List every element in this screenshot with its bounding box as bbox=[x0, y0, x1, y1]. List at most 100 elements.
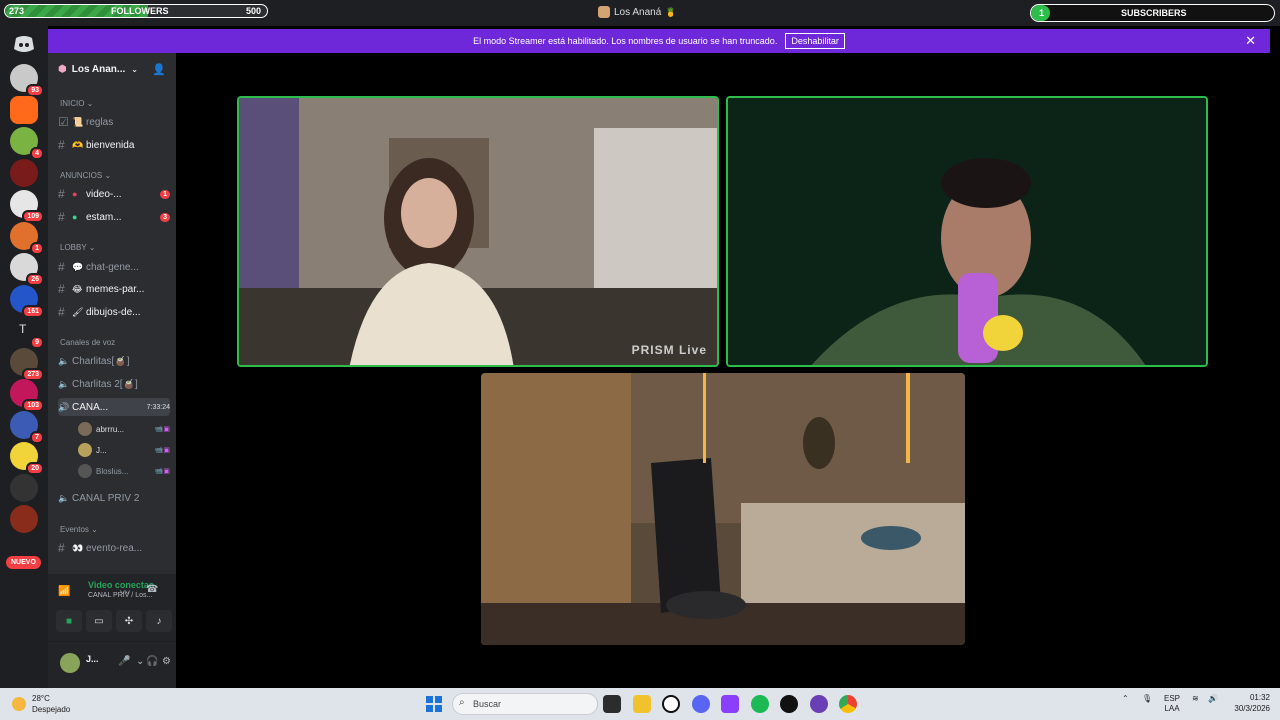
windows-start-icon[interactable] bbox=[425, 695, 443, 713]
channel-estam[interactable]: # ● estam... 3 bbox=[58, 208, 170, 226]
chevron-down-icon[interactable]: ⌄ bbox=[136, 656, 144, 667]
channel-evento[interactable]: # 👀 evento-rea... bbox=[58, 539, 170, 557]
volume-icon[interactable]: 🔊 bbox=[1208, 694, 1218, 703]
video-tile-1[interactable]: PRISM Live bbox=[237, 96, 719, 367]
channel-video[interactable]: # ● video-... 1 bbox=[58, 185, 170, 203]
server-icon[interactable]: 273 bbox=[10, 347, 44, 381]
discord-icon[interactable] bbox=[692, 695, 710, 713]
language-indicator[interactable]: ESP LAA bbox=[1164, 694, 1180, 714]
voice-charlitas[interactable]: 🔈 Charlitas[🧉] bbox=[58, 352, 170, 370]
weather-temp: 28°C bbox=[32, 694, 50, 703]
voice-member[interactable]: abrrru... 📹▣ bbox=[78, 421, 170, 437]
voice-member[interactable]: Bloslus... 📹▣ bbox=[78, 463, 170, 479]
server-icon[interactable]: 103 bbox=[10, 379, 44, 412]
server-icon bbox=[598, 6, 610, 18]
category-label: INICIO bbox=[60, 99, 85, 108]
channel-memes[interactable]: # 😂 memes-par... bbox=[58, 280, 170, 298]
server-icon[interactable] bbox=[10, 158, 38, 187]
windows-taskbar: 28°C Despejado ⌕ Buscar ⌃ 🎙 ESP LAA ≋ 🔊 01… bbox=[0, 688, 1280, 720]
disconnect-icon[interactable]: ☎ bbox=[146, 584, 158, 595]
gear-icon[interactable]: ⚙ bbox=[162, 656, 171, 667]
microphone-icon[interactable]: 🎤 bbox=[118, 656, 130, 667]
channel-name: Charlitas 2[🧉] bbox=[72, 378, 138, 390]
checkbox-icon: ☑ bbox=[58, 115, 69, 129]
chrome-icon[interactable] bbox=[839, 695, 857, 713]
file-explorer-icon[interactable] bbox=[633, 695, 651, 713]
chevron-up-icon[interactable]: ⌃ bbox=[1122, 694, 1129, 703]
taskbar-clock[interactable]: 01:32 30/3/2026 bbox=[1234, 692, 1270, 714]
search-placeholder: Buscar bbox=[473, 699, 502, 709]
server-icon[interactable]: T9 bbox=[10, 316, 44, 349]
server-icon[interactable]: 26 bbox=[10, 253, 44, 286]
chatgpt-icon[interactable] bbox=[662, 695, 680, 713]
microphone-icon[interactable]: 🎙 bbox=[1142, 694, 1152, 703]
voice-canal-priv[interactable]: 🔊 CANA... 7:33:24 bbox=[58, 398, 170, 416]
server-letter: T bbox=[19, 322, 27, 336]
mention-badge: 7 bbox=[30, 430, 44, 444]
disable-streamer-button[interactable]: Deshabilitar bbox=[785, 33, 845, 49]
mention-badge: 1 bbox=[30, 241, 44, 255]
channel-reglas[interactable]: ☑ 📜 reglas bbox=[58, 113, 170, 131]
server-header[interactable]: ⬢ Los Anan... ⌄ 👤 bbox=[48, 53, 176, 85]
category-label: LOBBY bbox=[60, 243, 87, 252]
weather-condition: Despejado bbox=[32, 705, 71, 714]
channel-dibujos[interactable]: # 🖌 dibujos-de... bbox=[58, 303, 170, 321]
server-icon[interactable]: 93 bbox=[10, 64, 44, 97]
hash-icon: # bbox=[58, 305, 65, 319]
noise-suppression-icon[interactable]: 〰 bbox=[120, 584, 130, 599]
category-anuncios[interactable]: ANUNCIOS ⌄ bbox=[60, 171, 111, 180]
avatar[interactable] bbox=[60, 653, 80, 673]
server-icon[interactable]: 20 bbox=[10, 442, 44, 475]
eyes-icon: 👀 bbox=[72, 542, 84, 553]
headphones-icon[interactable]: 🎧 bbox=[146, 656, 158, 667]
app-icon[interactable] bbox=[721, 695, 739, 713]
member-name: J... bbox=[96, 445, 107, 455]
video-stage: PRISM Live bbox=[176, 53, 1270, 688]
category-lobby[interactable]: LOBBY ⌄ bbox=[60, 243, 95, 252]
server-icon[interactable] bbox=[10, 95, 38, 124]
category-voice[interactable]: Canales de voz bbox=[60, 338, 115, 347]
app-icon-2[interactable] bbox=[780, 695, 798, 713]
camera-button[interactable]: ■ bbox=[56, 610, 82, 632]
category-eventos[interactable]: Eventos ⌄ bbox=[60, 525, 98, 534]
window-title: Los Ananá 🍍 bbox=[598, 6, 676, 18]
channel-bienvenida[interactable]: # 🫶 bienvenida bbox=[58, 136, 170, 154]
close-icon[interactable]: ✕ bbox=[1245, 33, 1256, 49]
invite-icon[interactable]: 👤 bbox=[152, 63, 166, 76]
video-tile-3[interactable] bbox=[481, 373, 965, 645]
voice-connection-panel: 📶 Video conectac CANAL PRIV / Los... 〰 ☎… bbox=[48, 574, 176, 642]
voice-charlitas-2[interactable]: 🔈 Charlitas 2[🧉] bbox=[58, 375, 170, 393]
voice-member[interactable]: J... 📹▣ bbox=[78, 442, 170, 458]
banner-message: El modo Streamer está habilitado. Los no… bbox=[473, 36, 778, 46]
server-icon[interactable]: 109 bbox=[10, 190, 44, 223]
taskbar-search[interactable]: ⌕ Buscar bbox=[452, 693, 598, 715]
video-tile-2[interactable] bbox=[726, 96, 1208, 367]
task-view-icon[interactable] bbox=[603, 695, 621, 713]
weather-moon-icon bbox=[12, 697, 26, 711]
avatar bbox=[78, 443, 92, 457]
weather-widget[interactable]: 28°C Despejado bbox=[12, 693, 70, 715]
activities-button[interactable]: ✣ bbox=[116, 610, 142, 632]
server-icon[interactable] bbox=[10, 505, 38, 533]
soundboard-icon: ♪ bbox=[156, 615, 162, 627]
channel-chat[interactable]: # 💬 chat-gene... bbox=[58, 258, 170, 276]
speaker-icon: 🔈 bbox=[58, 378, 70, 389]
spotify-icon[interactable] bbox=[751, 695, 769, 713]
app-icon-3[interactable] bbox=[810, 695, 828, 713]
server-icon[interactable]: 4 bbox=[10, 127, 44, 160]
discord-home-icon[interactable] bbox=[12, 34, 36, 54]
streamer-mode-banner: El modo Streamer está habilitado. Los no… bbox=[48, 29, 1270, 53]
wifi-icon[interactable]: ≋ bbox=[1192, 694, 1199, 703]
server-icon[interactable] bbox=[10, 473, 38, 502]
voice-canal-priv-2[interactable]: 🔈 CANAL PRIV 2 bbox=[58, 489, 170, 507]
server-icon[interactable]: 7 bbox=[10, 410, 44, 444]
server-icon[interactable]: 161 bbox=[10, 284, 44, 318]
screen-share-button[interactable]: ▭ bbox=[86, 610, 112, 632]
category-inicio[interactable]: INICIO ⌄ bbox=[60, 99, 93, 108]
category-label: Eventos bbox=[60, 525, 89, 534]
hash-icon: # bbox=[58, 138, 65, 152]
server-icon[interactable]: 1 bbox=[10, 221, 44, 255]
speaker-icon: 🔈 bbox=[58, 492, 70, 503]
channel-name: CANA... bbox=[72, 401, 109, 413]
soundboard-button[interactable]: ♪ bbox=[146, 610, 172, 632]
